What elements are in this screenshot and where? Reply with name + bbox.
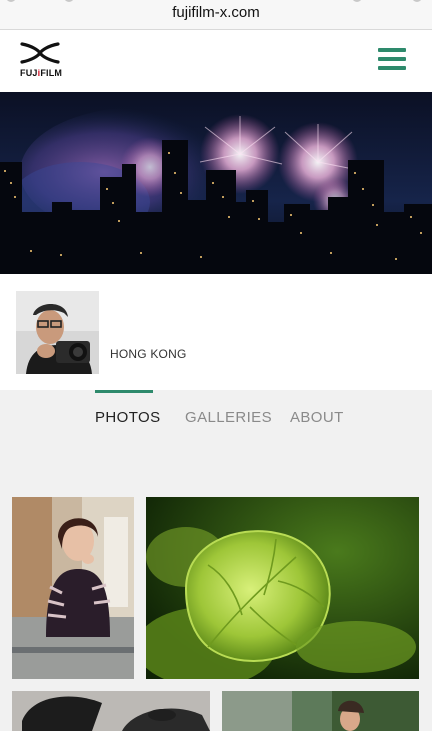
active-tab-indicator [95, 390, 153, 393]
photo-thumbnail-portrait-woman[interactable] [12, 497, 134, 679]
photo-thumbnail-street[interactable] [222, 691, 419, 731]
browser-address-bar[interactable]: fujifilm-x.com [0, 0, 432, 30]
fujifilm-x-logo-icon [20, 42, 60, 64]
tab-photos[interactable]: PHOTOS [95, 409, 160, 426]
hamburger-menu-icon [378, 48, 406, 52]
hero-banner-image [0, 92, 432, 274]
photographer-profile: HONG KONG [0, 274, 432, 390]
tab-about[interactable]: ABOUT [290, 409, 344, 426]
avatar[interactable] [16, 291, 99, 374]
hamburger-menu-button[interactable] [378, 46, 408, 72]
site-header: FUJiFILM [0, 30, 432, 92]
fujifilm-logo[interactable]: FUJiFILM [20, 42, 62, 82]
photo-thumbnail-green-leaf[interactable] [146, 497, 419, 679]
photo-thumbnail-dog[interactable] [12, 691, 210, 731]
status-bar-remnant [0, 0, 432, 2]
profile-location: HONG KONG [110, 347, 187, 361]
profile-tabs: PHOTOS GALLERIES ABOUT [0, 390, 432, 446]
photo-grid [0, 446, 432, 731]
tab-galleries[interactable]: GALLERIES [185, 409, 272, 426]
url-text[interactable]: fujifilm-x.com [0, 4, 432, 21]
fujifilm-wordmark: FUJiFILM [20, 68, 63, 78]
